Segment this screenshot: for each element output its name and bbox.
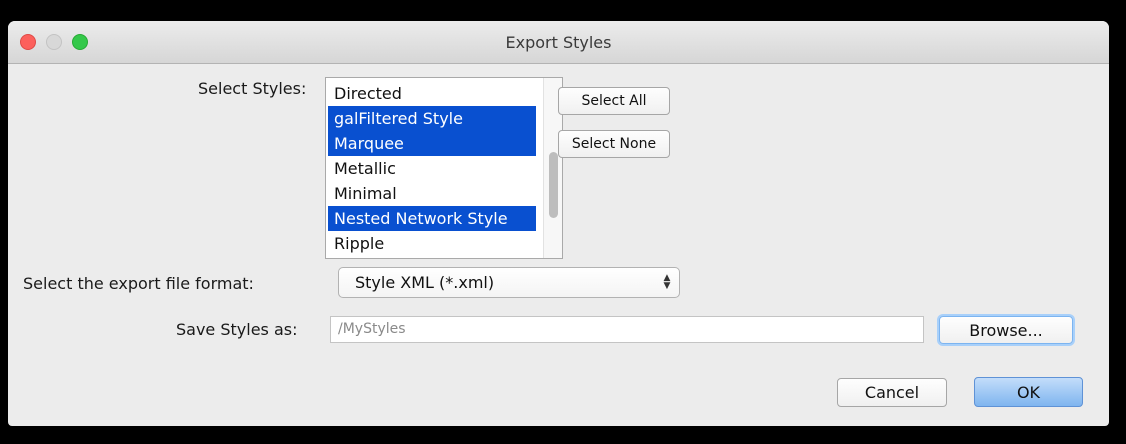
list-item-label: Minimal — [334, 184, 397, 203]
format-select-value: Style XML (*.xml) — [355, 273, 495, 292]
cancel-button[interactable]: Cancel — [837, 378, 947, 407]
save-path-field[interactable]: /MyStyles — [330, 316, 924, 343]
list-item-label: Metallic — [334, 159, 396, 178]
list-item[interactable]: Directed — [328, 81, 536, 106]
list-item-label: Marquee — [334, 134, 404, 153]
format-label: Select the export file format: — [23, 274, 254, 293]
list-item[interactable]: galFiltered Style — [328, 106, 536, 131]
list-item[interactable]: Metallic — [328, 156, 536, 181]
browse-button[interactable]: Browse... — [939, 316, 1073, 344]
list-item[interactable]: Marquee — [328, 131, 536, 156]
window-title: Export Styles — [505, 33, 612, 52]
list-item[interactable]: Ripple — [328, 231, 536, 256]
list-item-label: Ripple — [334, 234, 385, 253]
scrollbar-thumb[interactable] — [549, 152, 558, 218]
list-item[interactable]: Nested Network Style — [328, 206, 536, 231]
select-all-button[interactable]: Select All — [558, 87, 670, 115]
title-bar: Export Styles — [8, 21, 1109, 64]
styles-list[interactable]: Directed galFiltered Style Marquee Metal… — [325, 77, 563, 259]
format-select[interactable]: Style XML (*.xml) ▲ ▼ — [338, 267, 680, 298]
select-styles-label: Select Styles: — [198, 79, 307, 98]
select-none-button[interactable]: Select None — [558, 130, 670, 158]
ok-button[interactable]: OK — [974, 377, 1083, 407]
save-path-placeholder: /MyStyles — [338, 321, 406, 337]
up-down-arrows-icon: ▲ ▼ — [663, 273, 671, 291]
list-item-label: galFiltered Style — [334, 109, 463, 128]
list-item-label: Directed — [334, 84, 402, 103]
save-as-label: Save Styles as: — [176, 320, 298, 339]
list-item[interactable]: Minimal — [328, 181, 536, 206]
list-item-label: Nested Network Style — [334, 209, 508, 228]
export-styles-dialog: Export Styles Select Styles: Directed ga… — [8, 21, 1109, 426]
